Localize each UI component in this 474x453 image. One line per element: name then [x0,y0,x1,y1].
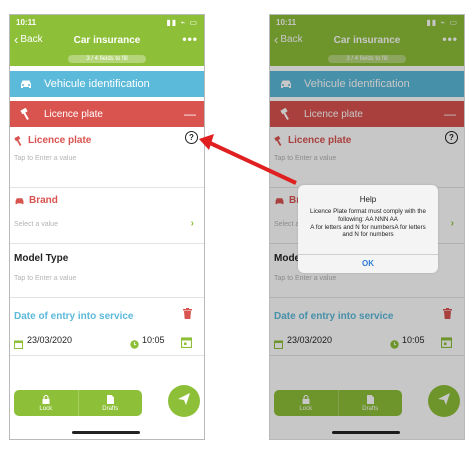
annotation-arrow [199,134,297,185]
arrow-icon [209,141,297,185]
